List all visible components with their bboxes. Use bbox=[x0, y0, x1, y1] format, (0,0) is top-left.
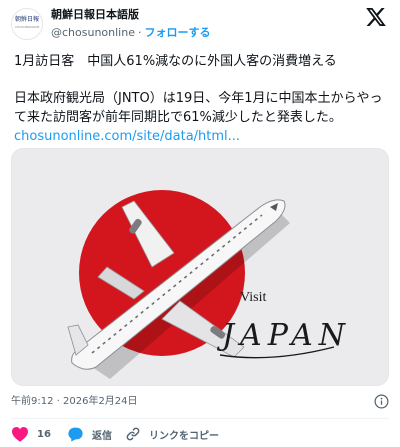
info-icon[interactable] bbox=[374, 394, 389, 409]
handle-row: @chosunonline · フォローする bbox=[51, 26, 210, 40]
link-icon bbox=[126, 427, 140, 441]
x-logo-icon[interactable] bbox=[366, 8, 386, 26]
heart-icon bbox=[12, 427, 28, 442]
post-timestamp[interactable]: 午前9:12 · 2026年2月24日 bbox=[11, 395, 138, 409]
follow-button[interactable]: フォローする bbox=[144, 26, 210, 39]
separator: · bbox=[137, 26, 142, 39]
copy-link-button[interactable]: リンクをコピー bbox=[125, 424, 219, 444]
article-link[interactable]: chosunonline.com/site/data/html... bbox=[14, 129, 240, 144]
avatar-logo-subtext: CHOSUNONLINE bbox=[15, 25, 40, 29]
like-count: 16 bbox=[37, 428, 51, 440]
visit-japan-illustration: Visit JAPAN bbox=[12, 149, 388, 385]
display-name[interactable]: 朝鮮日報日本語版 bbox=[51, 8, 139, 22]
divider bbox=[11, 418, 389, 419]
post-header: 朝鮮日報 CHOSUNONLINE 朝鮮日報日本語版 @chosunonline… bbox=[0, 0, 400, 48]
action-bar: 16 返信 リンクをコピー bbox=[11, 424, 389, 444]
like-button[interactable]: 16 bbox=[11, 424, 51, 444]
post-image[interactable]: Visit JAPAN bbox=[11, 148, 389, 386]
handle[interactable]: @chosunonline bbox=[51, 26, 135, 39]
avatar-logo-text: 朝鮮日報 bbox=[15, 16, 40, 23]
post-headline: 1月訪日客 中国人61%減なのに外国人客の消費増える bbox=[14, 54, 337, 69]
visit-text: Visit bbox=[240, 290, 266, 305]
avatar[interactable]: 朝鮮日報 CHOSUNONLINE bbox=[11, 8, 43, 40]
reply-bubble-icon bbox=[68, 427, 83, 442]
post-body: 日本政府観光局（JNTO）は19日、今年1月に中国本土からやって来た訪問客が前年… bbox=[14, 91, 383, 125]
post-text: 1月訪日客 中国人61%減なのに外国人客の消費増える 日本政府観光局（JNTO）… bbox=[14, 52, 390, 146]
copy-link-label: リンクをコピー bbox=[149, 430, 219, 442]
post-card: 朝鮮日報 CHOSUNONLINE 朝鮮日報日本語版 @chosunonline… bbox=[0, 0, 400, 447]
reply-button[interactable]: 返信 bbox=[67, 424, 112, 444]
reply-label: 返信 bbox=[92, 430, 112, 442]
